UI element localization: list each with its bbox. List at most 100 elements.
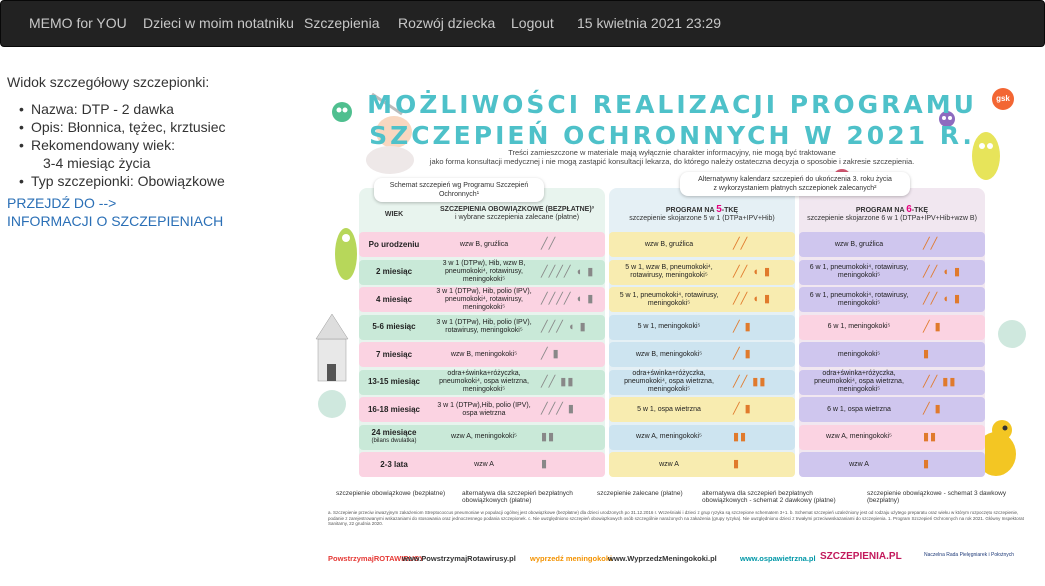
row-program-5-text: 5 w 1, meningokoki⁵	[637, 323, 701, 330]
detail-age-label: Rekomendowany wiek:	[19, 136, 307, 154]
row-program-5-text: wzw B, gruźlica	[644, 240, 694, 248]
row-program-6-text: 6 w 1, meningokoki⁵	[827, 323, 891, 330]
row-mandatory-text: odra+świnka+różyczka, pneumokoki⁴, ospa …	[439, 370, 529, 393]
col2-post: -TKĘ	[721, 207, 739, 214]
vaccine-details: Widok szczegółowy szczepionki: Nazwa: DT…	[7, 73, 307, 230]
syringe-icon: ▮▮	[541, 430, 556, 443]
syringe-icon: ╱╱ ▮▮	[541, 375, 575, 388]
row-age-text: 16-18 miesiąc	[367, 404, 421, 414]
row-program-5-text: wzw A	[659, 460, 679, 468]
nav-children[interactable]: Dzieci w moim notatniku	[143, 15, 294, 31]
col3-pre: PROGRAM NA	[855, 207, 907, 214]
col2-sub: szczepienie skojarzone 5 w 1 (DTPa+IPV+H…	[629, 215, 775, 222]
syringe-icon: ╱╱ ◖ ▮	[923, 293, 962, 305]
row-program-5-text: wzw A, meningokoki⁵	[636, 433, 702, 440]
schedule-row-program-5: wzw A ▮	[609, 452, 795, 477]
row-mandatory-text: wzw A	[474, 460, 494, 468]
schedule-row: Po urodzeniu wzw B, gruźlica ╱╱	[359, 232, 605, 257]
syringe-icon: ╱ ▮	[923, 403, 942, 415]
row-mandatory-text: wzw B, meningokoki⁵	[450, 350, 518, 358]
logo-meningokoki: wyprzedź meningokoki	[530, 554, 613, 563]
row-age: 4 miesiąc	[359, 287, 429, 312]
row-age: 24 miesiące (bilans dwulatka)	[359, 425, 429, 450]
syringe-icon: ╱╱ ▮▮	[733, 375, 767, 388]
legend-alt-2dose: alternatywa dla szczepień bezpłatnych ob…	[702, 490, 836, 504]
schedule-row-program-6: wzw B, gruźlica ╱╱	[799, 232, 985, 257]
syringe-icon: ▮▮	[733, 430, 748, 443]
row-age-text: 13-15 miesiąc	[367, 377, 421, 386]
row-age-text: 5-6 miesiąc	[372, 322, 416, 331]
syringe-icon: ▮	[923, 458, 931, 470]
schedule-row-program-5: wzw B, gruźlica ╱╱	[609, 232, 795, 257]
row-age: 2 miesiąc	[359, 260, 429, 285]
poster-footnote: a. Szczepienie przeciw inwazyjnym zakaże…	[328, 510, 1024, 526]
logo-szczepienia: SZCZEPIENIA.PL	[820, 551, 902, 562]
schedule-row-program-6: 6 w 1, pneumokoki⁴, rotawirusy, meningok…	[799, 259, 985, 285]
schedule-row-program-5: 5 w 1, wzw B, pneumokoki⁴, rotawirusy, m…	[609, 259, 795, 285]
logo-meningokoki-url: www.WyprzedzMeningokoki.pl	[608, 554, 717, 563]
section2-line1: Alternatywny kalendarz szczepień do ukoń…	[698, 176, 892, 183]
syringe-icon: ╱╱╱ ▮	[541, 403, 575, 415]
syringe-icon: ╱ ▮	[733, 403, 752, 415]
row-program-6-text: 6 w 1, pneumokoki⁴, rotawirusy, meningok…	[809, 264, 909, 279]
nav-logout[interactable]: Logout	[511, 15, 554, 31]
syringe-icon: ▮	[541, 458, 549, 470]
syringe-icon: ╱╱╱ ◖ ▮	[541, 320, 587, 333]
row-age: 5-6 miesiąc	[359, 315, 429, 340]
schedule-row: 4 miesiąc 3 w 1 (DTPw), Hib, polio (IPV),…	[359, 287, 605, 312]
logo-ospa-url: www.ospawietrzna.pl	[740, 554, 816, 563]
schedule-row-program-6: wzw A, meningokoki⁵ ▮▮	[799, 424, 985, 450]
syringe-icon: ╱╱ ▮▮	[923, 375, 957, 388]
schedule-row-program-6: 6 w 1, pneumokoki⁴, rotawirusy, meningok…	[799, 287, 985, 312]
logo-rotawirusy-url: www.PowstrzymajRotawirusy.pl	[402, 554, 516, 563]
poster-intro: Treści zamieszczone w materiale mają wył…	[412, 148, 932, 166]
schedule-row: 13-15 miesiąc odra+świnka+różyczka, pneum…	[359, 369, 605, 395]
info-link-line2[interactable]: INFORMACJI O SZCZEPIENIACH	[7, 212, 307, 230]
row-program-6-text: 6 w 1, ospa wietrzna	[827, 405, 891, 413]
row-age: 13-15 miesiąc	[359, 370, 429, 395]
schedule-row-program-6: meningokoki⁵ ▮	[799, 342, 985, 367]
schedule-row-program-6: wzw A ▮	[799, 452, 985, 477]
intro-line1: Treści zamieszczone w materiale mają wył…	[508, 148, 836, 157]
row-age-text: 24 miesiące	[371, 428, 417, 437]
nav-child-development[interactable]: Rozwój dziecka	[398, 15, 495, 31]
row-mandatory-text: 3 w 1 (DTPw), Hib, polio (IPV), pneumoko…	[436, 287, 532, 311]
syringe-icon: ▮▮	[923, 430, 938, 443]
row-age: Po urodzeniu	[359, 232, 429, 257]
row-mandatory-text: 3 w 1 (DTPw), Hib, wzw B, pneumokoki⁴, r…	[442, 260, 526, 283]
col2-pre: PROGRAM NA	[665, 207, 717, 214]
syringe-icon: ╱╱	[733, 238, 749, 250]
detail-type: Typ szczepionki: Obowiązkowe	[19, 172, 307, 190]
section2-line2: z wykorzystaniem płatnych szczepionek za…	[713, 185, 877, 192]
section-label-alternative: Alternatywny kalendarz szczepień do ukoń…	[680, 172, 910, 196]
col1-line2: i wybrane szczepienia zalecane (płatne)	[454, 214, 580, 221]
row-mandatory-text: wzw B, gruźlica	[459, 240, 509, 248]
syringe-icon: ╱╱ ◖ ▮	[733, 293, 772, 305]
schedule-row-program-5: 5 w 1, pneumokoki⁴, rotawirusy, meningok…	[609, 287, 795, 312]
logo-nrpip: Naczelna Rada Pielęgniarek i Położnych	[924, 552, 1015, 558]
row-program-6-text: wzw A	[849, 460, 869, 468]
row-mandatory-text: 3 w 1 (DTPw),Hib, polio (IPV), ospa wiet…	[437, 401, 531, 417]
row-program-6-text: odra+świnka+różyczka, pneumokoki⁴, ospa …	[814, 370, 904, 393]
poster-title-line2: SZCZEPIEŃ OCHRONNYCH W 2021 R.	[369, 121, 975, 150]
row-age: 2-3 lata	[359, 452, 429, 477]
syringe-icon: ╱ ▮	[733, 348, 752, 360]
schedule-row-program-6: odra+świnka+różyczka, pneumokoki⁴, ospa …	[799, 369, 985, 395]
row-mandatory-text: 3 w 1 (DTPw), Hib, polio (IPV), rotawiru…	[436, 319, 532, 334]
brand-link[interactable]: MEMO for YOU	[29, 15, 127, 31]
schedule-row: 5-6 miesiąc 3 w 1 (DTPw), Hib, polio (IPV…	[359, 314, 605, 340]
legend-recommended: szczepienie zalecane (płatne)	[597, 490, 683, 497]
schedule-row: 2-3 lata wzw A ▮	[359, 452, 605, 477]
schedule-row-program-5: wzw A, meningokoki⁵ ▮▮	[609, 424, 795, 450]
row-program-6-text: 6 w 1, pneumokoki⁴, rotawirusy, meningok…	[809, 291, 909, 307]
nav-vaccinations[interactable]: Szczepienia	[304, 15, 380, 31]
legend-alt-paid: alternatywa dla szczepień bezpłatnych ob…	[462, 490, 573, 504]
row-age-text: Po urodzeniu	[368, 239, 420, 249]
schedule-row: 16-18 miesiąc 3 w 1 (DTPw),Hib, polio (IP…	[359, 397, 605, 422]
col-head-mandatory: SZCZEPIENIA OBOWIĄZKOWE (BEZPŁATNE)³ i w…	[429, 206, 605, 230]
info-link[interactable]: PRZEJDŹ DO -->	[7, 194, 307, 212]
legend-3dose: szczepienie obowiązkowe - schemat 3 dawk…	[867, 490, 1007, 504]
left-monster-illustration	[335, 228, 357, 280]
intro-line2: jako forma konsultacji medycznej i nie m…	[429, 157, 915, 166]
row-mandatory-text: wzw A, meningokoki⁵	[451, 433, 517, 440]
